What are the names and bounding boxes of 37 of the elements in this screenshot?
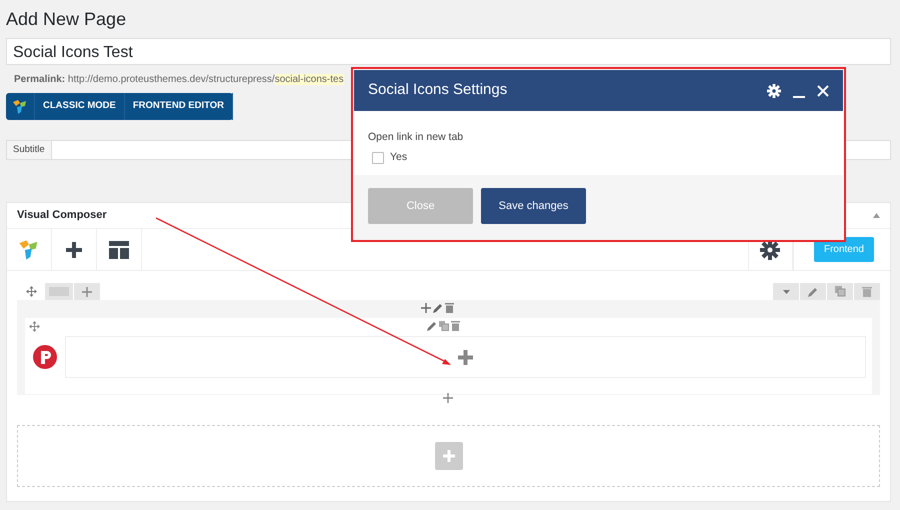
title-field[interactable]: Social Icons Test [6,38,891,65]
copy-icon[interactable] [439,321,449,331]
move-handle-icon[interactable] [29,321,40,332]
delete-icon[interactable] [451,321,460,331]
settings-icon[interactable] [767,84,781,98]
dropdown-button[interactable] [773,283,799,300]
layout-icon[interactable] [109,240,129,258]
delete-button[interactable] [854,283,880,300]
save-button[interactable]: Save changes [481,188,586,224]
add-icon[interactable] [66,242,82,258]
add-row-icon[interactable] [443,393,453,403]
copy-icon [834,286,846,297]
add-element-icon[interactable] [458,350,473,364]
dialog-title: Social Icons Settings [368,80,508,100]
composer-title: Visual Composer [17,208,107,224]
add-icon [82,286,92,296]
social-icons-element-icon[interactable] [33,345,57,369]
add-icon[interactable] [421,303,431,313]
checkbox-label: Yes [390,150,408,165]
edit-button[interactable] [800,283,826,300]
checkbox[interactable] [372,152,384,164]
add-icon [442,450,454,462]
page-title: Add New Page [6,8,128,30]
editor-mode-button[interactable]: FRONTEND EDITOR [124,93,233,120]
pencil-icon [808,286,818,296]
field-label: Open link in new tab [368,130,464,145]
delete-icon[interactable] [445,303,454,313]
composer-logo-icon[interactable] [18,238,40,260]
move-handle-icon[interactable] [26,286,36,297]
copy-button[interactable] [827,283,853,300]
caret-icon [782,290,790,294]
trash-icon [862,286,872,297]
collapse-icon[interactable] [873,213,880,218]
add-column-button[interactable] [74,283,100,300]
subtitle-label: Subtitle [6,140,51,160]
close-icon[interactable] [817,84,829,96]
editor-mode-button[interactable]: CLASSIC MODE [35,93,125,120]
